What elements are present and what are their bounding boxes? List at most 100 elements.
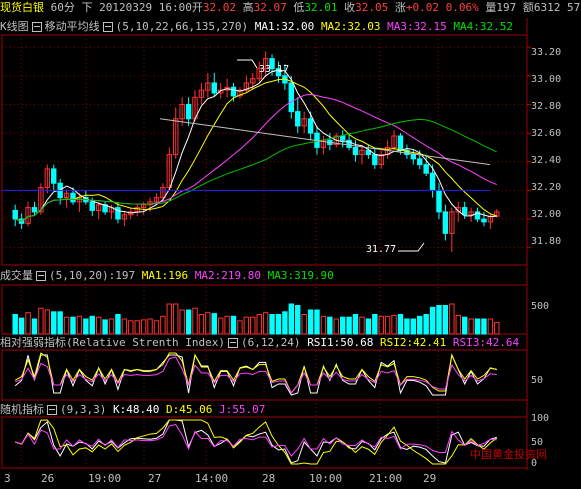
volume-bar (481, 318, 487, 335)
candle-body (115, 207, 121, 220)
xtick: 27 (148, 472, 162, 485)
volume-bar (372, 314, 378, 335)
volume-bar (102, 319, 108, 335)
candle-body (31, 207, 38, 213)
rsi3-line (15, 356, 497, 394)
volume-bar (307, 309, 314, 335)
candle-body (442, 211, 449, 234)
volume-bar (25, 312, 31, 335)
volume-bar (320, 315, 327, 335)
volume-bar (397, 314, 404, 335)
volume-bar (494, 322, 500, 335)
volume-bar (18, 317, 25, 335)
volume-bar (429, 306, 436, 335)
volume-bar (160, 315, 166, 335)
candle-body (481, 218, 487, 223)
volume-bar (147, 318, 153, 335)
high-pointer (237, 59, 258, 69)
volume-bar (250, 316, 256, 335)
volume-bar (346, 316, 352, 335)
volume-bar (51, 311, 57, 335)
candle-body (185, 103, 192, 120)
low-pointer (398, 242, 425, 252)
candle-body (429, 172, 436, 191)
volume-bar (89, 315, 95, 335)
candle-body (51, 168, 57, 184)
volume-bar (230, 315, 237, 335)
volume-bar (31, 318, 38, 335)
volume-bar (352, 314, 359, 335)
volume-bar (115, 314, 121, 335)
ytick: 50 (531, 375, 544, 386)
candle-body (461, 207, 468, 216)
volume-bar (192, 307, 198, 335)
volume-bar (95, 316, 102, 335)
volume-bar (275, 314, 282, 335)
volume-bar (128, 320, 134, 335)
ytick: 500 (531, 301, 550, 312)
volume-bar (121, 318, 128, 335)
ytick: 33.00 (531, 74, 562, 85)
volume-bar (153, 320, 160, 335)
volume-bar (38, 307, 44, 335)
volume-bar (423, 314, 429, 335)
ytick: 31.80 (531, 236, 562, 247)
low-annotation: 31.77 (366, 244, 397, 255)
panel-frame (1, 284, 528, 335)
volume-bar (468, 318, 474, 335)
volume-bar (359, 316, 365, 335)
volume-bar (185, 309, 192, 335)
volume-bar (57, 311, 63, 335)
xtick: 21:00 (369, 472, 403, 485)
candle-body (288, 82, 295, 113)
volume-bar (76, 315, 83, 335)
candle-body (211, 82, 217, 94)
volume-bar (70, 316, 76, 335)
volume-bar (327, 316, 333, 335)
volume-bar (288, 303, 295, 335)
rsi1-line (14, 353, 497, 396)
volume-bar (198, 314, 205, 335)
candle-body (372, 154, 378, 166)
chart-window: { "header": { "instrument": "现货白银", "per… (0, 0, 581, 489)
volume-bar (461, 316, 468, 335)
xtick: 29 (423, 472, 437, 485)
candle-body (295, 111, 301, 127)
volume-bar (243, 316, 250, 335)
xtick: 28 (262, 472, 276, 485)
volume-bar (108, 318, 115, 335)
j-line (15, 423, 497, 457)
volume-bar (237, 320, 243, 335)
volume-bar (217, 317, 224, 335)
volume-bar (256, 314, 262, 335)
chart-canvas[interactable] (0, 0, 581, 489)
watermark-logo: 中国黄金投资网 (470, 448, 547, 461)
ytick: 32.20 (531, 182, 562, 193)
volume-bar (301, 314, 307, 335)
k-line (15, 419, 497, 464)
volume-bar (224, 315, 230, 335)
ytick: 33.20 (531, 47, 562, 58)
volume-bar (339, 316, 346, 335)
volume-bar (365, 318, 372, 335)
candle-body (397, 135, 404, 151)
volume-bar (487, 318, 494, 335)
ytick: 32.00 (531, 209, 562, 220)
volume-bar (442, 305, 449, 335)
volume-bar (269, 314, 275, 335)
volume-bar (474, 318, 481, 335)
volume-bar (44, 309, 51, 335)
candle-body (12, 209, 18, 220)
volume-bar (404, 318, 410, 335)
volume-bar (417, 315, 423, 335)
volume-bar (295, 305, 301, 335)
ytick: 32.40 (531, 155, 562, 166)
ytick: 32.60 (531, 128, 562, 139)
candle-body (339, 135, 346, 141)
volume-bar (449, 303, 455, 335)
volume-bar (166, 303, 173, 335)
volume-bar (211, 313, 217, 335)
ytick: 100 (531, 413, 550, 424)
xtick: 10:00 (309, 472, 343, 485)
candle-body (89, 201, 95, 211)
